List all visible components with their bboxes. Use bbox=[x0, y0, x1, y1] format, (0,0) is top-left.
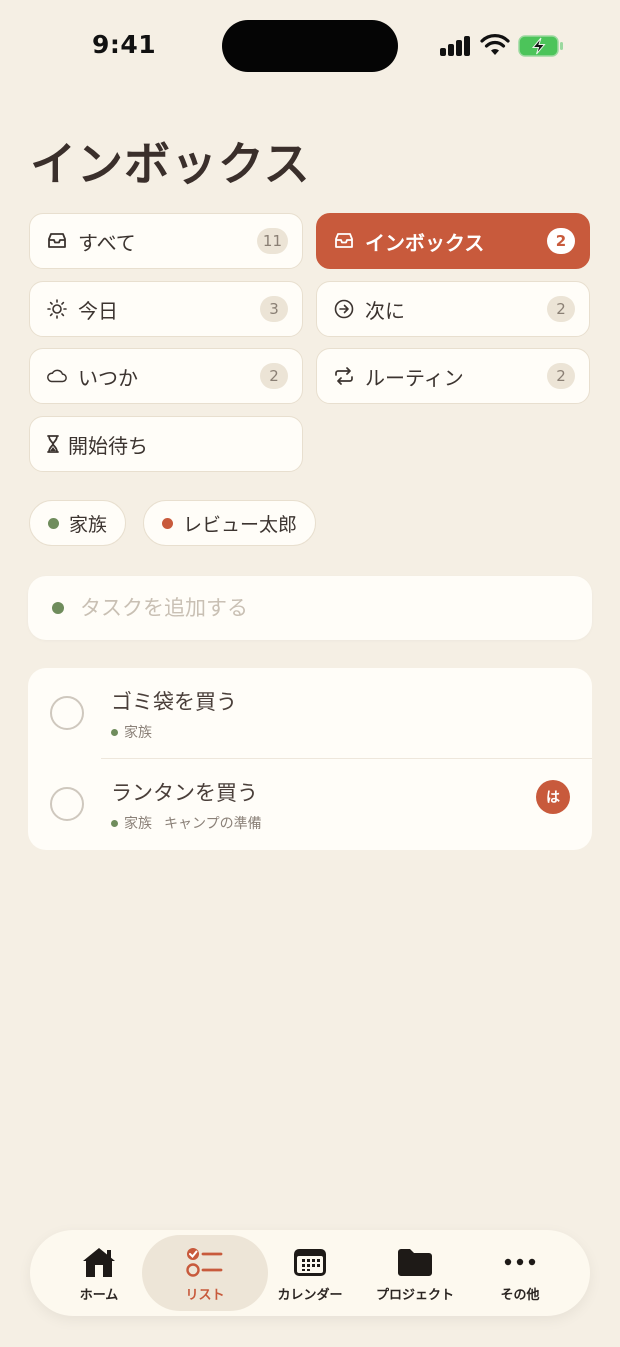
tag-color-dot bbox=[162, 517, 173, 529]
task-checkbox[interactable] bbox=[50, 696, 84, 730]
tab-label: ホーム bbox=[79, 1287, 119, 1303]
tab-label: その他 bbox=[500, 1287, 540, 1303]
inbox-icon bbox=[333, 230, 355, 252]
filter-count: 11 bbox=[256, 228, 288, 254]
tag-color-dot bbox=[111, 728, 118, 736]
filter-today[interactable]: 今日 3 bbox=[29, 281, 303, 337]
task-meta: 家族 bbox=[111, 722, 152, 742]
filter-count: 3 bbox=[260, 296, 288, 322]
tag-color-dot bbox=[48, 517, 59, 529]
task-tag: 家族 bbox=[124, 725, 152, 741]
repeat-icon bbox=[333, 365, 355, 387]
filter-count: 2 bbox=[547, 296, 575, 322]
task-checkbox[interactable] bbox=[50, 787, 84, 821]
add-task-input[interactable] bbox=[80, 596, 540, 620]
list-icon bbox=[185, 1244, 225, 1280]
add-task-dot bbox=[52, 602, 64, 614]
tab-list[interactable]: リスト bbox=[142, 1235, 268, 1311]
tag-label: レビュー太郎 bbox=[183, 513, 298, 536]
filter-count: 2 bbox=[547, 363, 575, 389]
filter-all[interactable]: すべて 11 bbox=[29, 213, 303, 269]
tab-projects[interactable]: プロジェクト bbox=[363, 1230, 467, 1316]
tab-more[interactable]: その他 bbox=[468, 1230, 572, 1316]
task-title: ゴミ袋を買う bbox=[111, 690, 237, 714]
hourglass-icon bbox=[46, 433, 60, 455]
filter-label: 次に bbox=[365, 298, 405, 323]
tag-family[interactable]: 家族 bbox=[29, 500, 127, 546]
filter-label: いつか bbox=[78, 365, 138, 390]
filter-inbox[interactable]: インボックス 2 bbox=[316, 213, 590, 269]
task-row[interactable]: ゴミ袋を買う 家族 bbox=[28, 668, 592, 758]
assignee-avatar: は bbox=[536, 780, 570, 814]
more-icon bbox=[500, 1244, 540, 1280]
cloud-icon bbox=[46, 365, 68, 387]
filter-count: 2 bbox=[260, 363, 288, 389]
filter-someday[interactable]: いつか 2 bbox=[29, 348, 303, 404]
tab-bar: ホーム リスト カレンダー プロジェクト その他 bbox=[30, 1230, 590, 1316]
filter-label: 開始待ち bbox=[68, 433, 148, 458]
tag-label: 家族 bbox=[69, 513, 108, 536]
filter-label: ルーティン bbox=[365, 365, 464, 390]
home-icon bbox=[79, 1244, 119, 1280]
task-row[interactable]: ランタンを買う 家族 キャンプの準備 は bbox=[28, 759, 592, 849]
filter-label: 今日 bbox=[78, 298, 118, 323]
task-project: キャンプの準備 bbox=[164, 816, 262, 832]
tab-home[interactable]: ホーム bbox=[47, 1230, 151, 1316]
arrow-circle-icon bbox=[333, 298, 355, 320]
tab-label: プロジェクト bbox=[375, 1287, 454, 1303]
calendar-icon bbox=[290, 1244, 330, 1280]
filter-next[interactable]: 次に 2 bbox=[316, 281, 590, 337]
tab-calendar[interactable]: カレンダー bbox=[258, 1230, 362, 1316]
tag-color-dot bbox=[111, 819, 118, 827]
cellular-signal-icon bbox=[440, 36, 472, 56]
status-bar: 9:41 bbox=[0, 0, 620, 92]
wifi-icon bbox=[480, 34, 510, 55]
filter-routine[interactable]: ルーティン 2 bbox=[316, 348, 590, 404]
task-meta: 家族 キャンプの準備 bbox=[111, 813, 262, 833]
task-list: ゴミ袋を買う 家族 ランタンを買う 家族 キャンプの準備 は bbox=[28, 668, 592, 850]
tray-icon bbox=[46, 230, 68, 252]
filter-count: 2 bbox=[547, 228, 575, 254]
page-title: インボックス bbox=[30, 137, 311, 191]
tag-review-taro[interactable]: レビュー太郎 bbox=[143, 500, 317, 546]
filter-waiting[interactable]: 開始待ち bbox=[29, 416, 303, 472]
dynamic-island bbox=[222, 20, 398, 72]
task-title: ランタンを買う bbox=[111, 781, 258, 805]
battery-charging-icon bbox=[518, 35, 563, 57]
filter-label: インボックス bbox=[365, 230, 485, 255]
tab-label: カレンダー bbox=[277, 1287, 343, 1303]
tab-label: リスト bbox=[185, 1287, 225, 1303]
folder-icon bbox=[395, 1244, 435, 1280]
filter-label: すべて bbox=[78, 230, 136, 255]
task-tag: 家族 bbox=[124, 816, 152, 832]
status-time: 9:41 bbox=[92, 30, 157, 59]
add-task-field[interactable] bbox=[28, 576, 592, 640]
sun-icon bbox=[46, 298, 68, 320]
